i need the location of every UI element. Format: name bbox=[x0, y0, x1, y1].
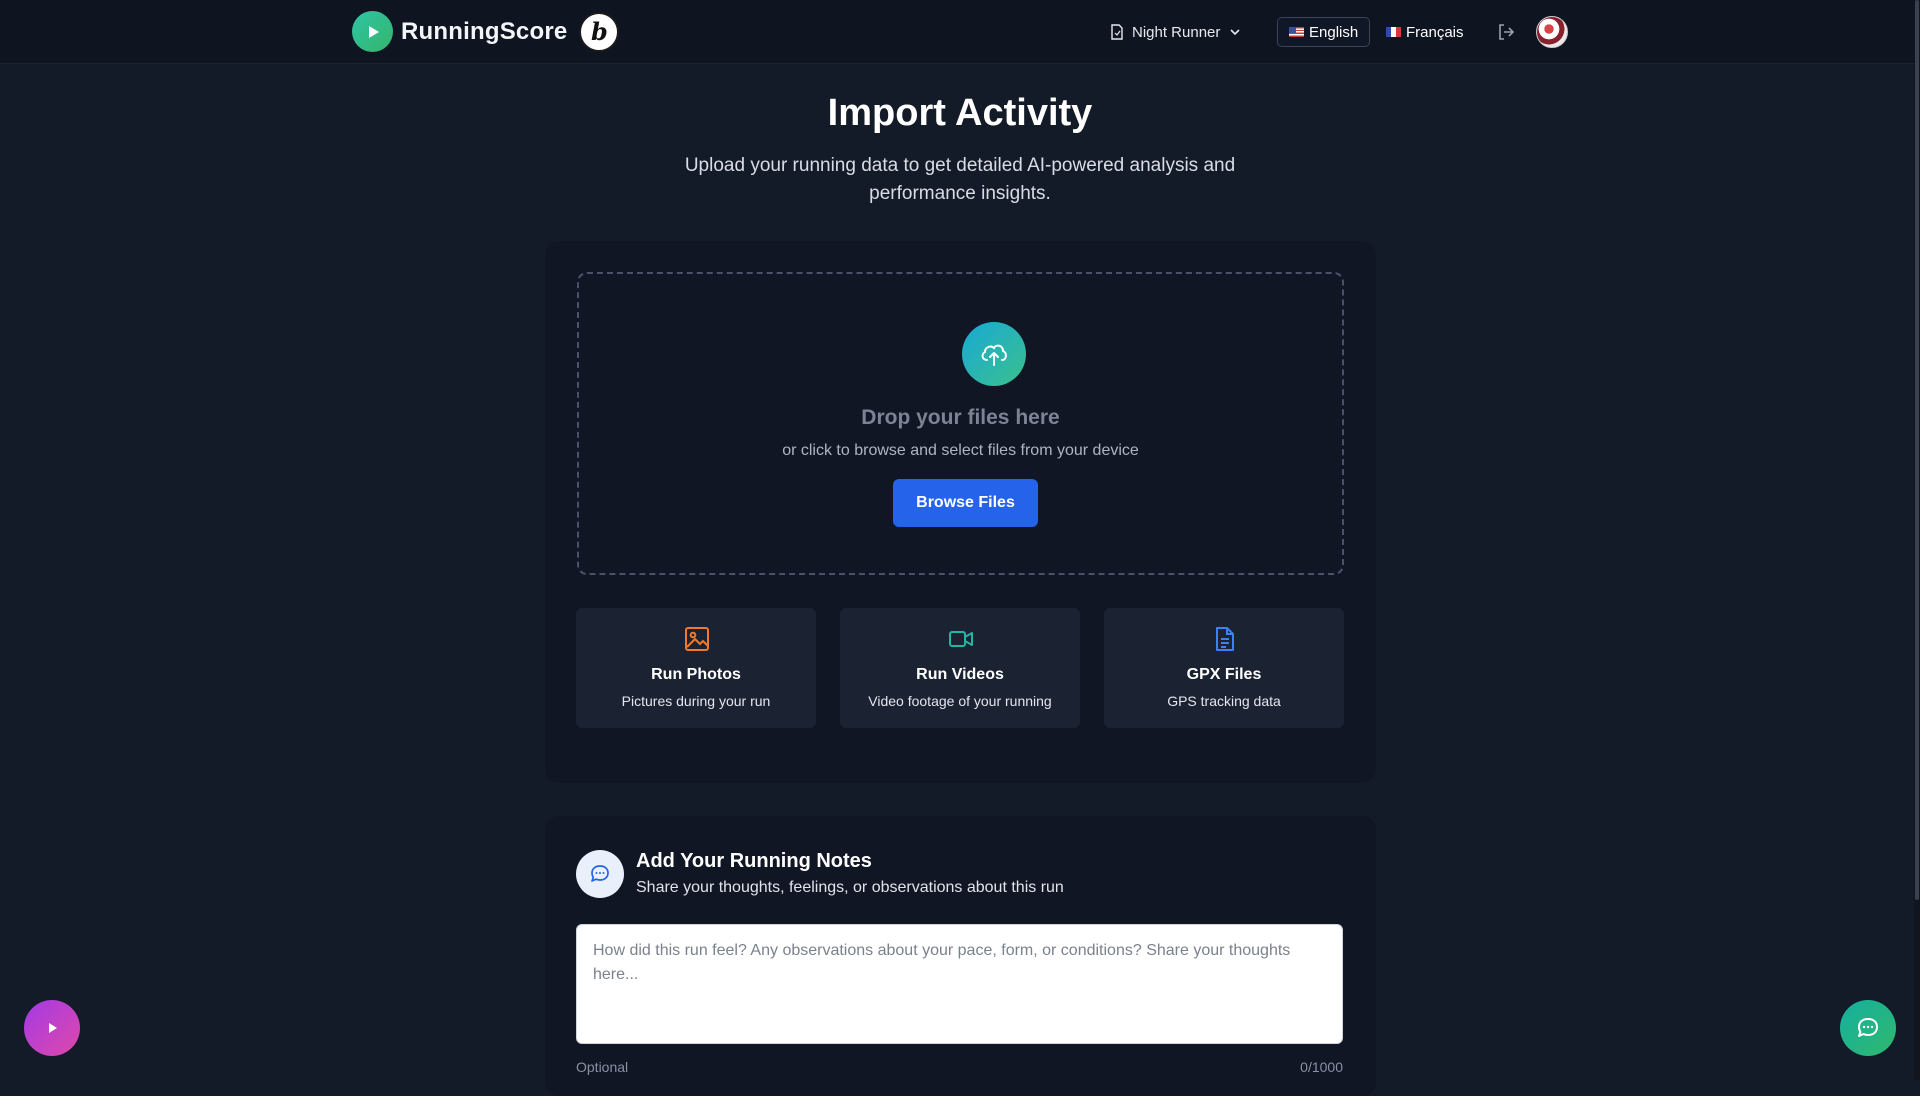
browse-files-button[interactable]: Browse Files bbox=[893, 479, 1038, 527]
file-type-name: Run Photos bbox=[651, 666, 741, 683]
file-type-name: Run Videos bbox=[916, 666, 1004, 683]
play-icon bbox=[49, 1023, 57, 1033]
page-title: Import Activity bbox=[827, 92, 1093, 134]
brand[interactable]: RunningScore b bbox=[352, 11, 620, 52]
user-avatar[interactable] bbox=[1536, 16, 1568, 48]
play-fab-button[interactable] bbox=[24, 1000, 80, 1056]
optional-label: Optional bbox=[576, 1059, 629, 1075]
notes-title: Add Your Running Notes bbox=[636, 850, 872, 872]
notes-subtitle: Share your thoughts, feelings, or observ… bbox=[636, 879, 1064, 896]
file-type-gpx: GPX Files GPS tracking data bbox=[1104, 608, 1344, 728]
profile-name: Night Runner bbox=[1132, 23, 1221, 41]
language-label: English bbox=[1309, 23, 1359, 41]
file-type-description: Pictures during your run bbox=[621, 693, 771, 709]
us-flag-icon bbox=[1289, 27, 1304, 37]
file-dropzone[interactable]: Drop your files here or click to browse … bbox=[577, 272, 1344, 575]
upload-card: Drop your files here or click to browse … bbox=[545, 241, 1376, 783]
page-subtitle: Upload your running data to get detailed… bbox=[684, 155, 1236, 204]
document-icon bbox=[1216, 627, 1234, 651]
dropzone-subtitle: or click to browse and select files from… bbox=[782, 442, 1139, 459]
file-type-description: Video footage of your running bbox=[868, 693, 1052, 709]
image-icon bbox=[685, 627, 709, 651]
top-navigation-bar: RunningScore b Night Runner English Fran… bbox=[0, 0, 1914, 64]
character-counter: 0/1000 bbox=[1300, 1059, 1343, 1075]
language-english-button[interactable]: English bbox=[1277, 17, 1371, 47]
profile-selector[interactable]: Night Runner bbox=[1110, 20, 1242, 44]
brand-name: RunningScore bbox=[401, 17, 568, 45]
file-type-photos: Run Photos Pictures during your run bbox=[576, 608, 816, 728]
running-notes-card: Add Your Running Notes Share your though… bbox=[545, 816, 1376, 1096]
file-type-videos: Run Videos Video footage of your running bbox=[840, 608, 1080, 728]
cloud-upload-icon bbox=[962, 322, 1026, 386]
chat-fab-button[interactable] bbox=[1840, 1000, 1896, 1056]
france-flag-icon bbox=[1386, 27, 1401, 37]
chat-bubble-icon bbox=[576, 850, 624, 898]
scrollbar-thumb[interactable] bbox=[1915, 0, 1919, 900]
dropzone-title: Drop your files here bbox=[861, 406, 1060, 429]
language-french-button[interactable]: Français bbox=[1375, 17, 1475, 47]
running-notes-textarea[interactable] bbox=[576, 924, 1343, 1044]
chevron-down-icon bbox=[1230, 29, 1240, 36]
partner-badge: b bbox=[579, 11, 620, 52]
file-type-name: GPX Files bbox=[1186, 666, 1262, 683]
chat-icon bbox=[1858, 1018, 1878, 1037]
logout-icon[interactable] bbox=[1496, 22, 1516, 42]
profile-file-icon bbox=[1111, 24, 1123, 40]
language-label: Français bbox=[1406, 23, 1464, 41]
play-logo-icon bbox=[352, 11, 393, 52]
file-type-description: GPS tracking data bbox=[1167, 693, 1281, 709]
video-icon bbox=[949, 631, 973, 647]
